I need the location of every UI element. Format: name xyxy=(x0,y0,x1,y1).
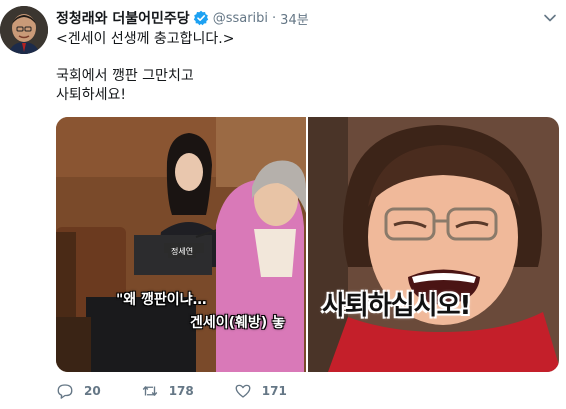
like-button[interactable]: 171 xyxy=(234,382,287,400)
tweet-line: <겐세이 선생께 충고합니다.> xyxy=(56,31,235,47)
reply-icon xyxy=(57,384,73,399)
tweet-line: 국회에서 깽판 그만치고 xyxy=(56,68,194,84)
handle[interactable]: @ssaribi xyxy=(213,11,268,26)
tweet-actions: 20 178 171 xyxy=(56,382,327,400)
avatar[interactable] xyxy=(0,6,48,54)
tweet-card[interactable]: 정청래와 더불어민주당 @ssaribi · 34분 <겐세이 선생께 충고합니… xyxy=(0,0,566,409)
media-photo-right[interactable]: 사퇴하십시오! xyxy=(306,117,559,372)
chevron-down-icon[interactable] xyxy=(542,10,558,26)
reply-button[interactable]: 20 xyxy=(56,382,101,400)
tweet-line-blank xyxy=(56,49,556,68)
subtitle-line-2: 겐세이(훼방) 놓 xyxy=(190,315,285,331)
heart-icon xyxy=(235,384,251,398)
subtitle-line-1: "왜 깽판이냐… xyxy=(116,292,207,308)
tweet-media[interactable]: 정세연 "왜 깽판이냐… 겐세이(훼방) 놓 사퇴하십시오! xyxy=(56,117,559,372)
tweet-header: 정청래와 더불어민주당 @ssaribi · 34분 xyxy=(56,8,309,28)
timestamp[interactable]: 34분 xyxy=(280,9,309,28)
retweet-button[interactable]: 178 xyxy=(141,382,194,400)
tweet-text: <겐세이 선생께 충고합니다.> 국회에서 깽판 그만치고 사퇴하세요! xyxy=(56,30,556,104)
retweet-count: 178 xyxy=(168,384,194,398)
like-count: 171 xyxy=(261,384,287,398)
display-name[interactable]: 정청래와 더불어민주당 xyxy=(56,8,190,28)
separator-dot: · xyxy=(272,10,277,26)
verified-badge-icon xyxy=(193,10,209,26)
retweet-icon xyxy=(142,386,157,396)
nameplate: 정세연 xyxy=(168,245,197,258)
media-photo-left[interactable]: 정세연 "왜 깽판이냐… 겐세이(훼방) 놓 xyxy=(56,117,306,372)
reply-count: 20 xyxy=(84,384,101,398)
caption-stamp: 사퇴하십시오! xyxy=(322,291,471,321)
tweet-line: 사퇴하세요! xyxy=(56,86,127,103)
